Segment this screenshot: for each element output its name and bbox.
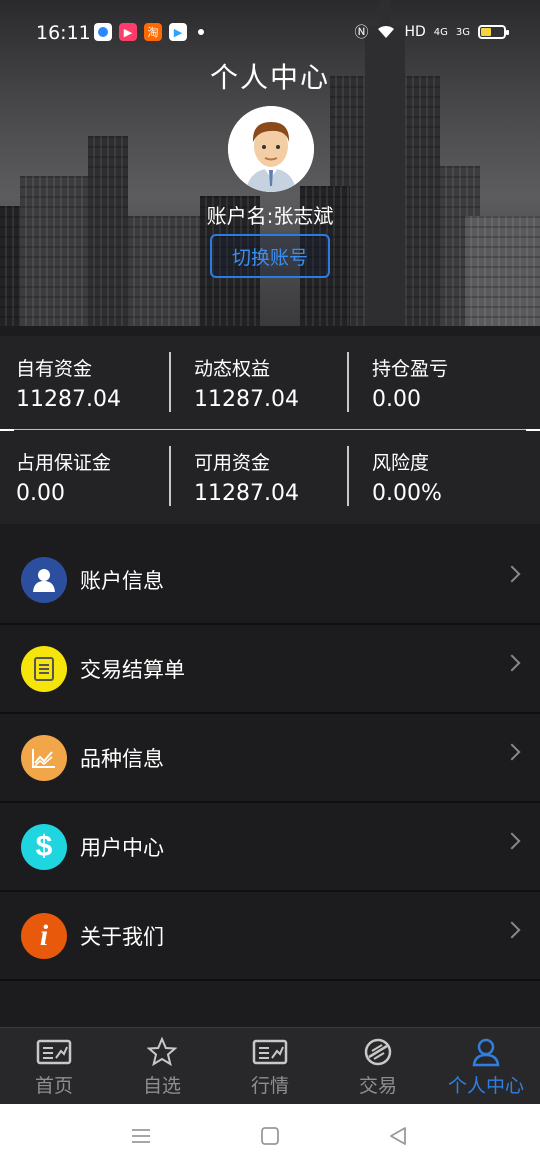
menu-item-label: 关于我们 <box>80 924 164 949</box>
stat-value: 0.00 <box>16 481 65 506</box>
stat-value: 0.00% <box>372 481 442 506</box>
stat-label: 持仓盈亏 <box>372 358 449 380</box>
divider <box>169 352 171 412</box>
home-card-icon <box>36 1037 72 1067</box>
status-bar: 16:11 ▶ 淘 ▶ Ⓝ HD 4G 3G <box>0 0 540 48</box>
stat-margin-used: 占用保证金 0.00 <box>16 448 194 506</box>
stat-label: 自有资金 <box>16 358 93 380</box>
menu-item-label: 交易结算单 <box>80 657 185 682</box>
menu-icon[interactable] <box>131 1126 151 1146</box>
person-icon <box>468 1037 504 1067</box>
divider <box>0 429 14 431</box>
chart-icon <box>21 734 67 781</box>
tab-label: 行情 <box>250 1075 289 1097</box>
back-triangle-icon[interactable] <box>388 1126 408 1146</box>
tab-label: 交易 <box>358 1075 397 1097</box>
menu-item-user-center[interactable]: $ 用户中心 <box>0 803 540 892</box>
tab-label: 首页 <box>34 1075 73 1097</box>
menu-item-label: 用户中心 <box>80 835 164 860</box>
stat-value: 11287.04 <box>194 387 299 412</box>
system-navigation-bar <box>0 1104 540 1170</box>
network-type-label: HD <box>404 24 426 40</box>
info-icon: i <box>21 912 67 959</box>
tab-label: 个人中心 <box>447 1075 524 1097</box>
avatar-person-icon <box>228 106 314 192</box>
app-notification-icon <box>94 23 112 41</box>
tab-home[interactable]: 首页 <box>0 1028 108 1104</box>
page-title: 个人中心 <box>209 61 330 94</box>
status-time: 16:11 <box>36 22 91 44</box>
signal-3g-icon: 3G <box>455 26 470 38</box>
taobao-app-icon: 淘 <box>144 23 162 41</box>
stat-label: 风险度 <box>372 452 430 474</box>
menu-item-settlement[interactable]: 交易结算单 <box>0 625 540 714</box>
stat-value: 11287.04 <box>194 481 299 506</box>
signal-4g-icon: 4G <box>433 26 448 38</box>
header-background: 16:11 ▶ 淘 ▶ Ⓝ HD 4G 3G 个人中心 账户名:张志斌 切换账号 <box>0 0 540 326</box>
menu-item-product-info[interactable]: 品种信息 <box>0 714 540 803</box>
user-icon <box>21 556 67 603</box>
bottom-tab-bar: 首页 自选 行情 交易 个人中心 <box>0 1027 540 1104</box>
tab-label: 自选 <box>142 1075 181 1097</box>
stat-available-funds: 可用资金 11287.04 <box>194 448 372 506</box>
tab-trade[interactable]: 交易 <box>324 1028 432 1104</box>
dollar-icon: $ <box>21 823 67 870</box>
stat-value: 0.00 <box>372 387 421 412</box>
divider <box>347 446 349 506</box>
document-icon <box>21 645 67 692</box>
notification-icons: ▶ 淘 ▶ <box>94 23 204 41</box>
stat-risk-degree: 风险度 0.00% <box>372 448 540 506</box>
stat-label: 动态权益 <box>194 358 271 380</box>
wifi-icon <box>378 25 395 38</box>
avatar[interactable] <box>228 106 314 192</box>
nfc-icon: Ⓝ <box>354 25 369 41</box>
system-status-icons: Ⓝ HD 4G 3G <box>354 22 509 42</box>
chevron-right-icon <box>503 654 521 672</box>
account-stats-panel: 自有资金 11287.04 动态权益 11287.04 持仓盈亏 0.00 占用… <box>0 336 540 524</box>
battery-icon <box>478 25 509 39</box>
player-app-icon: ▶ <box>169 23 187 41</box>
stat-value: 11287.04 <box>16 387 121 412</box>
stat-position-pnl: 持仓盈亏 0.00 <box>372 354 540 412</box>
stat-dynamic-equity: 动态权益 11287.04 <box>194 354 372 412</box>
chevron-right-icon <box>503 832 521 850</box>
home-square-icon[interactable] <box>260 1126 280 1146</box>
tab-watchlist[interactable]: 自选 <box>108 1028 216 1104</box>
menu-item-label: 账户信息 <box>80 568 164 593</box>
menu-item-about-us[interactable]: i 关于我们 <box>0 892 540 981</box>
more-notifications-dot <box>198 29 204 35</box>
video-app-icon: ▶ <box>119 23 137 41</box>
menu-item-label: 品种信息 <box>80 746 164 771</box>
stat-label: 占用保证金 <box>16 452 112 474</box>
trade-icon <box>360 1037 396 1067</box>
stat-label: 可用资金 <box>194 452 271 474</box>
star-icon <box>144 1037 180 1067</box>
chevron-right-icon <box>503 921 521 939</box>
chevron-right-icon <box>503 565 521 583</box>
account-name: 账户名:张志斌 <box>206 204 334 228</box>
chevron-right-icon <box>503 743 521 761</box>
menu-list: 账户信息 交易结算单 品种信息 $ 用户中心 i 关于我们 <box>0 536 540 981</box>
divider <box>169 446 171 506</box>
market-card-icon <box>252 1037 288 1067</box>
divider <box>347 352 349 412</box>
tab-profile[interactable]: 个人中心 <box>432 1028 540 1104</box>
divider <box>526 429 540 431</box>
menu-item-account-info[interactable]: 账户信息 <box>0 536 540 625</box>
divider <box>14 429 526 430</box>
tab-market[interactable]: 行情 <box>216 1028 324 1104</box>
switch-account-button[interactable]: 切换账号 <box>210 234 330 278</box>
stat-own-funds: 自有资金 11287.04 <box>16 354 194 412</box>
